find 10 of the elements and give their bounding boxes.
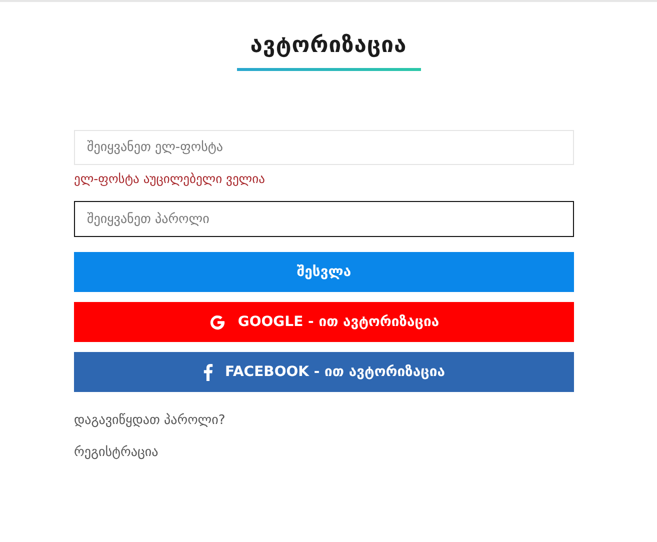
- google-login-button[interactable]: GOOGLE - ით ავტორიზაცია: [74, 302, 574, 342]
- google-icon: [208, 314, 226, 330]
- input-field[interactable]: შეიყვანეთ პაროლი: [74, 201, 574, 237]
- facebook-login-button[interactable]: FACEBOOK - ით ავტორიზაცია: [74, 352, 574, 392]
- facebook-icon: [203, 364, 214, 380]
- page-title: ავტორიზაცია: [250, 32, 407, 60]
- text-link[interactable]: დაგავიწყდათ პაროლი?: [74, 413, 226, 428]
- login-button[interactable]: შესვლა: [74, 252, 574, 292]
- text-link[interactable]: რეგისტრაცია: [74, 445, 158, 460]
- error-message: ელ-ფოსტა აუცილებელი ველია: [74, 171, 266, 186]
